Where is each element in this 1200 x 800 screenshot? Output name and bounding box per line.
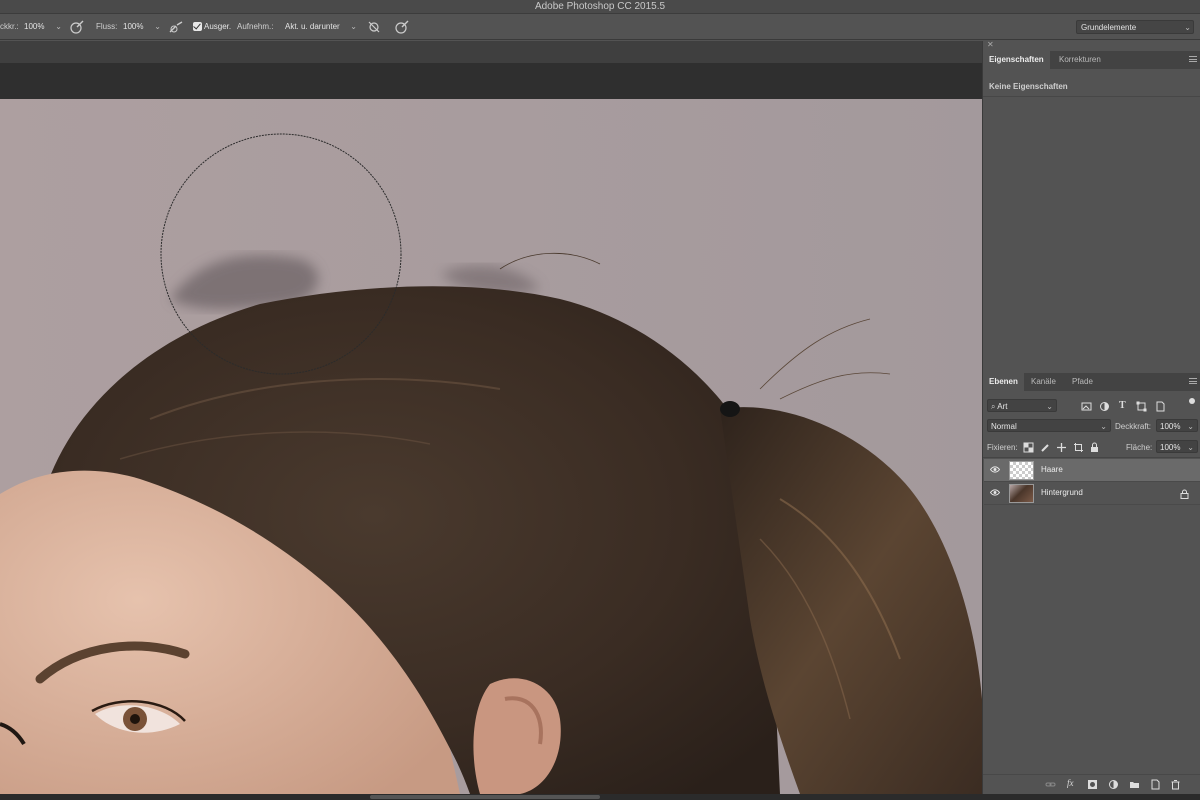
layer-thumbnail — [1009, 461, 1034, 480]
layer-row-hintergrund[interactable]: Hintergrund — [984, 482, 1200, 505]
adjustment-filter-icon[interactable] — [1099, 401, 1110, 412]
flow-value: 100% — [123, 22, 144, 31]
lock-icon — [1180, 489, 1189, 499]
image-filter-icon[interactable] — [1081, 401, 1092, 412]
properties-message: Keine Eigenschaften — [989, 82, 1068, 91]
tab-eigenschaften[interactable]: Eigenschaften — [983, 51, 1050, 69]
layer-name[interactable]: Haare — [1041, 465, 1063, 474]
lock-artboard-icon[interactable] — [1073, 442, 1084, 453]
layer-filter-value: Art — [997, 402, 1008, 411]
trash-icon[interactable] — [1170, 779, 1181, 790]
layer-thumbnail — [1009, 484, 1034, 503]
layer-filter-dropdown[interactable]: ⌕ Art ⌄ — [987, 399, 1057, 412]
opacity-dropdown[interactable]: 100% ⌄ — [22, 20, 64, 34]
filter-toggle-icon[interactable] — [1189, 398, 1195, 404]
layer-fill-value: 100% — [1160, 443, 1181, 452]
options-bar: ckkr.: 100% ⌄ Fluss: 100% ⌄ Ausger. Aufneh… — [0, 14, 1200, 40]
horizontal-scrollbar[interactable] — [0, 794, 1200, 800]
layer-opacity-value: 100% — [1160, 422, 1181, 431]
title-bar: Adobe Photoshop CC 2015.5 — [0, 0, 1200, 14]
panel-menu-icon[interactable] — [1189, 56, 1197, 62]
document-header — [0, 63, 982, 99]
lock-transparency-icon[interactable] — [1023, 442, 1034, 453]
opacity-label: ckkr.: — [0, 22, 19, 31]
scrollbar-thumb[interactable] — [370, 795, 600, 799]
airbrush-icon[interactable] — [168, 19, 184, 35]
properties-tabs: Eigenschaften Korrekturen — [983, 51, 1200, 69]
panel-dock: ✕ Eigenschaften Korrekturen Keine Eigens… — [982, 40, 1200, 794]
layer-opacity-field[interactable]: 100% ⌄ — [1156, 419, 1198, 432]
aligned-label: Ausger. — [204, 22, 232, 31]
folder-icon[interactable] — [1129, 779, 1140, 790]
close-icon[interactable]: ✕ — [987, 40, 994, 49]
pressure-size-icon[interactable] — [394, 19, 410, 35]
layer-fill-field[interactable]: 100% ⌄ — [1156, 440, 1198, 453]
shape-filter-icon[interactable] — [1136, 401, 1147, 412]
lock-pixels-icon[interactable] — [1040, 442, 1051, 453]
text-filter-icon[interactable]: T — [1119, 400, 1126, 411]
opacity-label: Deckkraft: — [1115, 422, 1152, 431]
fill-label: Fläche: — [1126, 443, 1153, 452]
flow-dropdown[interactable]: 100% ⌄ — [121, 20, 163, 34]
layers-tabs: Ebenen Kanäle Pfade — [983, 373, 1200, 391]
canvas[interactable] — [0, 99, 982, 794]
layers-footer: fx — [983, 774, 1200, 792]
tab-pfade[interactable]: Pfade — [1066, 373, 1099, 391]
canvas-artwork — [0, 99, 982, 794]
smart-object-filter-icon[interactable] — [1155, 401, 1166, 412]
adjustment-icon[interactable] — [1108, 779, 1119, 790]
aligned-checkbox[interactable] — [193, 22, 202, 31]
layers-menu-icon[interactable] — [1189, 378, 1197, 384]
lock-all-icon[interactable] — [1089, 442, 1100, 453]
layer-row-haare[interactable]: Haare — [984, 459, 1200, 482]
document-tab-bar — [0, 41, 982, 63]
fx-icon[interactable]: fx — [1067, 778, 1074, 788]
sample-value: Akt. u. darunter — [285, 22, 340, 31]
mask-icon[interactable] — [1087, 779, 1098, 790]
eye-icon[interactable] — [990, 489, 1000, 496]
tab-kanaele[interactable]: Kanäle — [1025, 373, 1062, 391]
app-title: Adobe Photoshop CC 2015.5 — [534, 1, 666, 12]
tab-ebenen[interactable]: Ebenen — [983, 373, 1024, 391]
link-icon[interactable] — [1045, 779, 1056, 790]
sample-label: Aufnehm.: — [237, 22, 274, 31]
blend-mode-value: Normal — [991, 422, 1017, 431]
lock-label: Fixieren: — [987, 443, 1018, 452]
opacity-value: 100% — [24, 22, 45, 31]
tab-korrekturen[interactable]: Korrekturen — [1053, 51, 1107, 69]
lock-position-icon[interactable] — [1056, 442, 1067, 453]
workspace-dropdown[interactable]: Grundelemente ⌄ — [1076, 20, 1194, 34]
properties-body: Keine Eigenschaften — [983, 69, 1200, 369]
ignore-adjustment-layers-icon[interactable] — [366, 19, 382, 35]
sample-dropdown[interactable]: Akt. u. darunter ⌄ — [283, 20, 359, 34]
pressure-opacity-icon[interactable] — [69, 19, 85, 35]
layer-name[interactable]: Hintergrund — [1041, 488, 1083, 497]
flow-label: Fluss: — [96, 22, 118, 31]
eye-icon[interactable] — [990, 466, 1000, 473]
blend-mode-dropdown[interactable]: Normal ⌄ — [987, 419, 1111, 432]
new-layer-icon[interactable] — [1150, 779, 1161, 790]
workspace-value: Grundelemente — [1081, 23, 1137, 32]
